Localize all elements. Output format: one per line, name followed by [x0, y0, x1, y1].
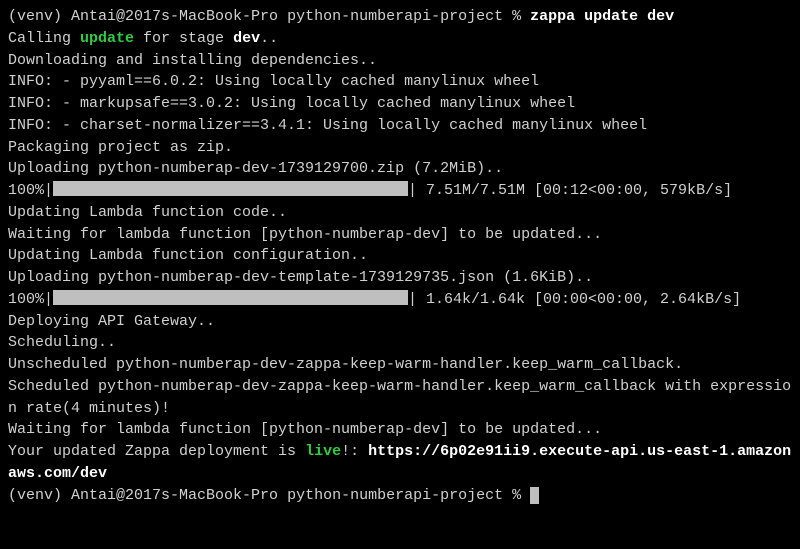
- line-waiting-1: Waiting for lambda function [python-numb…: [8, 226, 602, 243]
- line-live-a: Your updated Zappa deployment is: [8, 443, 305, 460]
- line-info-charset: INFO: - charset-normalizer==3.4.1: Using…: [8, 117, 647, 134]
- line-calling-c: for stage: [134, 30, 233, 47]
- line-unscheduled: Unscheduled python-numberap-dev-zappa-ke…: [8, 356, 683, 373]
- line-calling-dev: dev: [233, 30, 260, 47]
- line-packaging: Packaging project as zip.: [8, 139, 233, 156]
- progress-1-right: | 7.51M/7.51M [00:12<00:00, 579kB/s]: [408, 182, 732, 199]
- line-live-c: !:: [341, 443, 368, 460]
- line-calling-a: Calling: [8, 30, 80, 47]
- line-scheduling: Scheduling..: [8, 334, 116, 351]
- line-scheduled: Scheduled python-numberap-dev-zappa-keep…: [8, 378, 791, 417]
- command-text: zappa update dev: [530, 8, 674, 25]
- line-info-markupsafe: INFO: - markupsafe==3.0.2: Using locally…: [8, 95, 575, 112]
- progress-bar-1: [53, 181, 408, 196]
- prompt2-userhost: Antai@2017s-MacBook-Pro: [71, 487, 278, 504]
- progress-bar-2: [53, 290, 408, 305]
- progress-1-left: 100%|: [8, 182, 53, 199]
- prompt2-venv: (venv): [8, 487, 71, 504]
- prompt2-dir: python-numberapi-project %: [278, 487, 530, 504]
- line-calling-e: ..: [260, 30, 278, 47]
- line-updating-code: Updating Lambda function code..: [8, 204, 287, 221]
- progress-2-left: 100%|: [8, 291, 53, 308]
- line-deploying-gateway: Deploying API Gateway..: [8, 313, 215, 330]
- line-uploading-template: Uploading python-numberap-dev-template-1…: [8, 269, 593, 286]
- line-waiting-2: Waiting for lambda function [python-numb…: [8, 421, 602, 438]
- progress-2-right: | 1.64k/1.64k [00:00<00:00, 2.64kB/s]: [408, 291, 741, 308]
- prompt-userhost: Antai@2017s-MacBook-Pro: [71, 8, 278, 25]
- terminal-output[interactable]: (venv) Antai@2017s-MacBook-Pro python-nu…: [0, 0, 800, 512]
- prompt-venv: (venv): [8, 8, 71, 25]
- line-info-pyyaml: INFO: - pyyaml==6.0.2: Using locally cac…: [8, 73, 539, 90]
- prompt-dir: python-numberapi-project %: [278, 8, 530, 25]
- line-updating-config: Updating Lambda function configuration..: [8, 247, 368, 264]
- line-live-word: live: [305, 443, 341, 460]
- line-downloading: Downloading and installing dependencies.…: [8, 52, 377, 69]
- line-calling-update: update: [80, 30, 134, 47]
- line-uploading-zip: Uploading python-numberap-dev-1739129700…: [8, 160, 503, 177]
- cursor-icon: [530, 487, 539, 504]
